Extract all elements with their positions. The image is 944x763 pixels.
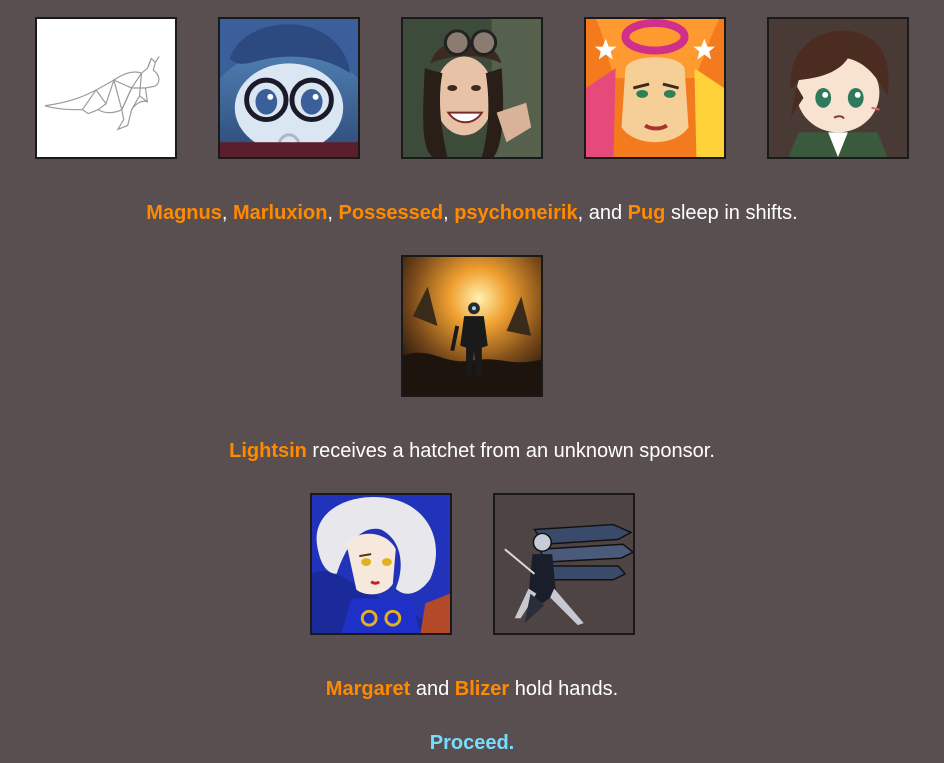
avatar-pug — [767, 17, 909, 159]
event3-avatar-row — [0, 493, 944, 635]
avatar-lightsin — [401, 255, 543, 397]
separator: , — [443, 202, 455, 224]
avatar-possessed — [401, 17, 543, 159]
tribute-name: Possessed — [338, 202, 444, 224]
avatar-psychoneirik — [584, 17, 726, 159]
avatar-margaret — [309, 493, 452, 635]
tribute-name: Pug — [627, 202, 666, 224]
event-action: sleep in shifts. — [665, 202, 798, 224]
tribute-name: Marluxion — [232, 202, 328, 224]
separator: , and — [577, 202, 628, 224]
event1-avatar-row — [0, 17, 944, 159]
chibi-boy-icon — [769, 19, 907, 157]
soldier-explosion-icon — [403, 257, 541, 395]
kangaroo-sketch-icon — [37, 19, 175, 157]
proceed-line: Proceed. — [0, 731, 944, 755]
separator: and — [410, 678, 455, 700]
event3-text: Margaret and Blizer hold hands. — [0, 677, 944, 701]
avatar-blizer — [492, 493, 635, 635]
avatar-magnus — [35, 17, 177, 159]
tribute-name: Magnus — [146, 202, 222, 224]
event2-avatar-row — [0, 255, 944, 397]
white-hair-woman-icon — [311, 495, 450, 633]
separator: , — [327, 202, 339, 224]
event-action: hold hands. — [509, 678, 619, 700]
tribute-name: psychoneirik — [454, 202, 578, 224]
proceed-link[interactable]: Proceed. — [430, 732, 514, 754]
event2-text: Lightsin receives a hatchet from an unkn… — [0, 439, 944, 463]
event1-text: Magnus, Marluxion, Possessed, psychoneir… — [0, 201, 944, 225]
event-action: receives a hatchet from an unknown spons… — [306, 440, 715, 462]
tribute-name: Margaret — [325, 678, 411, 700]
orange-hair-girl-icon — [586, 19, 724, 157]
separator: , — [221, 202, 233, 224]
avatar-marluxion — [218, 17, 360, 159]
goggles-woman-icon — [403, 19, 541, 157]
tribute-name: Blizer — [454, 678, 510, 700]
robot-android-icon — [494, 495, 633, 633]
tribute-name: Lightsin — [229, 440, 307, 462]
glasses-boy-icon — [220, 19, 358, 157]
